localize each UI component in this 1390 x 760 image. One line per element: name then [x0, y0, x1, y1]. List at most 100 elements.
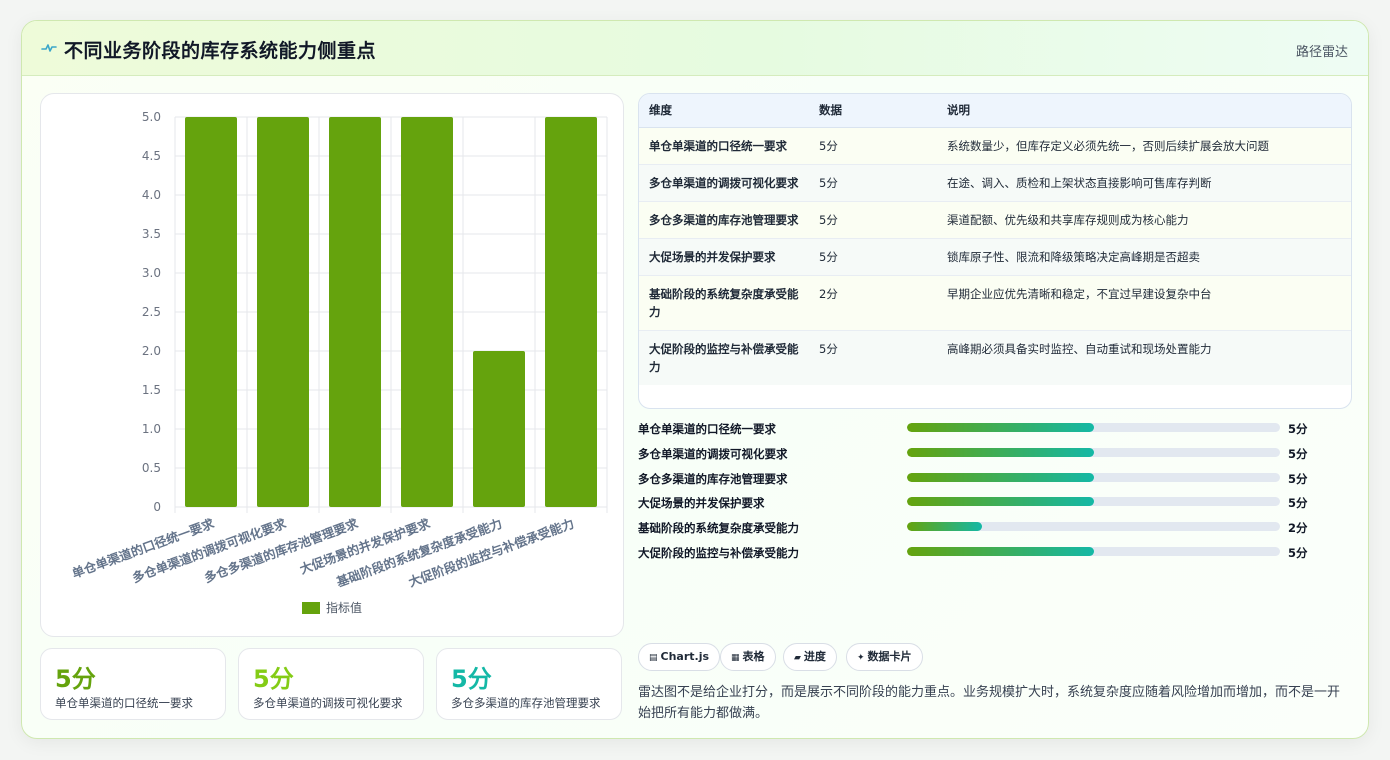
chip-label: 表格 — [742, 650, 765, 663]
cell-data: 5分 — [809, 330, 937, 385]
progress-fill — [907, 423, 1094, 432]
progress-label: 单仓单渠道的口径统一要求 — [638, 422, 776, 436]
y-tick-label: 3.0 — [142, 266, 161, 280]
progress-value: 5分 — [1288, 422, 1308, 436]
bar — [545, 117, 597, 507]
stat-label: 多仓多渠道的库存池管理要求 — [451, 696, 601, 710]
cell-dimension: 大促阶段的监控与补偿承受能力 — [639, 330, 809, 385]
bar — [185, 117, 237, 507]
data-table: 维度 数据 说明 单仓单渠道的口径统一要求 5分 系统数量少，但库存定义必须先统… — [638, 93, 1352, 409]
y-tick-label: 0.5 — [142, 461, 161, 475]
column-header: 说明 — [937, 94, 1351, 128]
cell-data: 5分 — [809, 164, 937, 202]
chip-2[interactable]: ▰ 进度 — [783, 643, 837, 671]
progress-value: 5分 — [1288, 471, 1308, 486]
progress-value: 5分 — [1288, 496, 1308, 511]
y-tick-label: 1.5 — [142, 383, 161, 397]
chip-icon: ✦ — [857, 653, 865, 663]
progress-label: 大促场景的并发保护要求 — [638, 496, 765, 511]
stat-label: 单仓单渠道的口径统一要求 — [55, 696, 193, 710]
progress-row: 单仓单渠道的口径统一要求 5分 — [638, 421, 1338, 446]
stat-card: 5分 单仓单渠道的口径统一要求 — [40, 648, 226, 720]
progress-fill — [907, 522, 982, 532]
cell-description: 在途、调入、质检和上架状态直接影响可售库存判断 — [937, 164, 1351, 202]
cell-data: 5分 — [809, 201, 937, 239]
table-row: 单仓单渠道的口径统一要求 5分 系统数量少，但库存定义必须先统一，否则后续扩展会… — [639, 127, 1351, 165]
card-header: 不同业务阶段的库存系统能力侧重点 路径雷达 — [22, 21, 1368, 76]
stat-value: 5分 — [451, 665, 492, 693]
progress-label: 多仓单渠道的调拨可视化要求 — [638, 446, 788, 461]
stat-value: 5分 — [55, 665, 96, 693]
table-row: 大促场景的并发保护要求 5分 锁库原子性、限流和降级策略决定高峰期是否超卖 — [639, 238, 1351, 276]
progress-label: 多仓多渠道的库存池管理要求 — [638, 471, 788, 486]
progress-value: 2分 — [1288, 521, 1308, 536]
progress-label: 大促阶段的监控与补偿承受能力 — [638, 545, 799, 560]
chip-label: Chart.js — [660, 650, 710, 663]
column-header: 维度 — [639, 94, 809, 128]
y-tick-label: 4.5 — [142, 149, 161, 163]
cell-data: 5分 — [809, 238, 937, 276]
cell-dimension: 多仓多渠道的库存池管理要求 — [639, 201, 809, 239]
column-header: 数据 — [809, 94, 937, 128]
progress-fill — [907, 472, 1094, 482]
stat-card: 5分 多仓单渠道的调拨可视化要求 — [238, 648, 424, 720]
cell-dimension: 基础阶段的系统复杂度承受能力 — [639, 275, 809, 331]
cell-data: 2分 — [809, 275, 937, 331]
header-tag: 路径雷达 — [1295, 45, 1348, 60]
progress-row: 多仓单渠道的调拨可视化要求 5分 — [638, 446, 1338, 471]
progress-fill — [907, 497, 1094, 507]
stat-value: 5分 — [253, 665, 294, 693]
table-row: 多仓单渠道的调拨可视化要求 5分 在途、调入、质检和上架状态直接影响可售库存判断 — [639, 164, 1351, 202]
progress-list: 单仓单渠道的口径统一要求 5分 多仓单渠道的调拨可视化要求 5分 多仓多渠道的库存池管理… — [638, 421, 1338, 570]
y-tick-label: 4.0 — [142, 188, 161, 202]
chip-label: 数据卡片 — [867, 650, 912, 663]
cell-dimension: 单仓单渠道的口径统一要求 — [639, 127, 809, 165]
progress-row: 多仓多渠道的库存池管理要求 5分 — [638, 471, 1338, 496]
progress-track — [907, 423, 1280, 432]
progress-value: 5分 — [1288, 446, 1308, 461]
stat-card: 5分 多仓多渠道的库存池管理要求 — [436, 648, 622, 720]
progress-fill — [907, 447, 1094, 457]
progress-label: 基础阶段的系统复杂度承受能力 — [638, 521, 799, 536]
chip-3[interactable]: ✦ 数据卡片 — [846, 643, 923, 671]
progress-track — [907, 472, 1280, 482]
chip-0[interactable]: ▤ Chart.js — [638, 643, 721, 671]
bar — [329, 117, 381, 507]
progress-row: 基础阶段的系统复杂度承受能力 2分 — [638, 520, 1338, 545]
progress-row: 大促阶段的监控与补偿承受能力 5分 — [638, 545, 1338, 570]
cell-dimension: 多仓单渠道的调拨可视化要求 — [639, 164, 809, 202]
cell-description: 系统数量少，但库存定义必须先统一，否则后续扩展会放大问题 — [937, 127, 1351, 165]
chip-icon: ▤ — [649, 653, 658, 663]
summary-text: 雷达图不是给企业打分，而是展示不同阶段的能力重点。业务规模扩大时，系统复杂度应随… — [638, 685, 1341, 721]
y-tick-label: 2.5 — [142, 305, 161, 319]
bar-chart-panel: 0 0.5 1.0 1.5 2.0 2.5 3.0 3.5 4.0 4.5 5.0 单仓单渠道的口径统… — [40, 93, 624, 637]
progress-value: 5分 — [1288, 545, 1308, 560]
pulse-icon — [41, 44, 57, 52]
chip-label: 进度 — [803, 650, 826, 663]
chip-1[interactable]: ▦ 表格 — [720, 643, 776, 671]
bar-chart: 00.51.01.52.02.53.03.54.04.55.0单仓单渠道的口径统… — [70, 110, 608, 615]
table-row: 基础阶段的系统复杂度承受能力 2分 早期企业应优先清晰和稳定，不宜过早建设复杂中… — [639, 275, 1351, 331]
chip-icon: ▰ — [794, 653, 801, 663]
legend-label: 指标值 — [326, 600, 362, 615]
cell-description: 早期企业应优先清晰和稳定，不宜过早建设复杂中台 — [937, 275, 1351, 331]
cell-description: 锁库原子性、限流和降级策略决定高峰期是否超卖 — [937, 238, 1351, 276]
table-row: 多仓多渠道的库存池管理要求 5分 渠道配额、优先级和共享库存规则成为核心能力 — [639, 201, 1351, 239]
legend-swatch — [302, 602, 320, 614]
progress-track — [907, 522, 1280, 532]
table-header-row: 维度 数据 说明 — [639, 94, 1351, 128]
stat-label: 多仓单渠道的调拨可视化要求 — [253, 696, 403, 710]
cell-dimension: 大促场景的并发保护要求 — [639, 238, 809, 276]
progress-row: 大促场景的并发保护要求 5分 — [638, 495, 1338, 520]
y-tick-label: 3.5 — [142, 227, 161, 241]
main-card: 不同业务阶段的库存系统能力侧重点 路径雷达 0 0.5 1.0 1.5 2.0 2.5 3.… — [21, 20, 1369, 739]
table-row: 大促阶段的监控与补偿承受能力 5分 高峰期必须具备实时监控、自动重试和现场处置能… — [639, 330, 1351, 385]
page-title: 不同业务阶段的库存系统能力侧重点 — [64, 40, 377, 62]
cell-data: 5分 — [809, 127, 937, 165]
chip-icon: ▦ — [731, 653, 740, 663]
progress-track — [907, 447, 1280, 457]
bar — [257, 117, 309, 507]
y-tick-label: 2.0 — [142, 344, 161, 358]
y-tick-label: 0 — [153, 500, 161, 514]
cell-description: 高峰期必须具备实时监控、自动重试和现场处置能力 — [937, 330, 1351, 385]
